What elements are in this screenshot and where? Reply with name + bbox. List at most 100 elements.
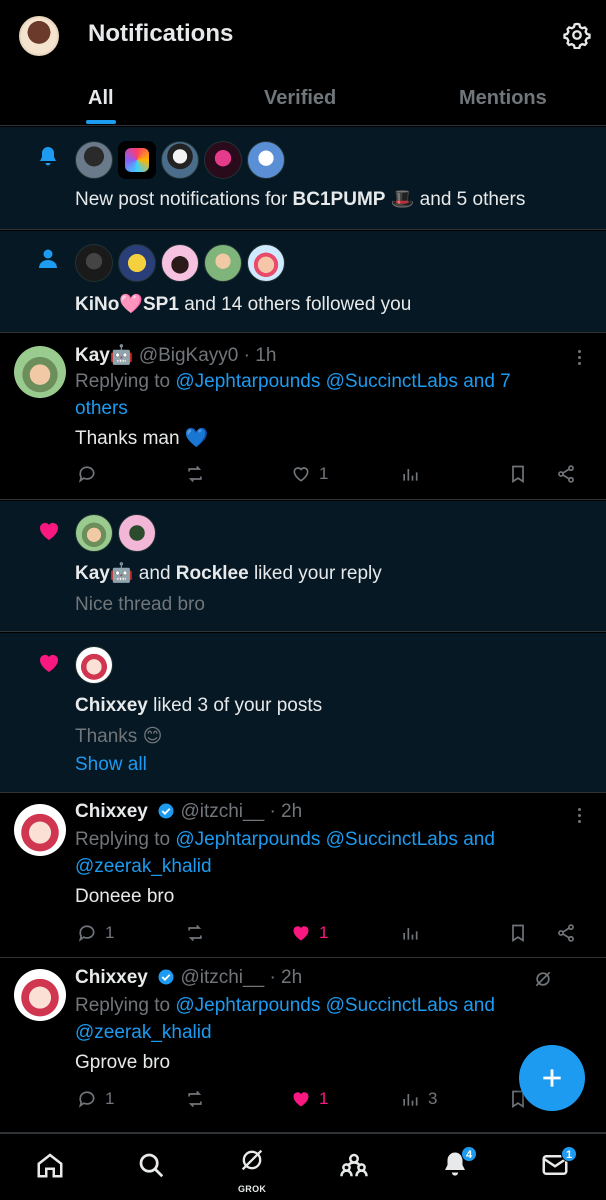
like-button[interactable]: 1 — [291, 923, 328, 943]
avatar-group — [75, 244, 285, 282]
tab-verified[interactable]: Verified — [264, 87, 336, 110]
views-icon — [403, 469, 418, 481]
like-button[interactable]: 1 — [291, 464, 328, 484]
bookmark-icon — [512, 465, 524, 484]
bookmark-button[interactable] — [508, 923, 528, 943]
avatar[interactable] — [75, 646, 113, 684]
more-options-icon[interactable] — [578, 808, 584, 826]
mention-link[interactable]: @zeerak_khalid — [75, 1020, 212, 1046]
reply-button[interactable]: 1 — [77, 923, 114, 943]
avatar[interactable] — [14, 346, 66, 398]
reply-icon — [78, 466, 95, 483]
person-icon — [39, 249, 57, 268]
replying-to: Replying to @Jephtarpounds @SuccinctLabs… — [75, 371, 511, 392]
share-button[interactable] — [556, 464, 576, 484]
like-button[interactable]: 1 — [291, 1089, 328, 1109]
avatar[interactable] — [161, 141, 199, 179]
grok-icon[interactable] — [533, 969, 553, 989]
post-body: Gprove bro — [75, 1052, 171, 1073]
more-options-icon[interactable] — [578, 350, 584, 368]
avatar[interactable] — [204, 244, 242, 282]
avatar[interactable] — [118, 141, 156, 179]
profile-avatar[interactable] — [19, 16, 59, 56]
avatar[interactable] — [161, 244, 199, 282]
notification-snippet: Thanks 😊 — [75, 726, 163, 747]
notification-likes[interactable]: Kay🤖 and Rocklee liked your reply Nice t… — [0, 501, 606, 632]
avatar[interactable] — [14, 969, 66, 1021]
notification-follows[interactable]: KiNo🩷SP1 and 14 others followed you — [0, 231, 606, 333]
grok-label: GROK — [238, 1184, 267, 1194]
verified-badge-icon — [158, 969, 174, 985]
notification-text: Kay🤖 and Rocklee liked your reply — [75, 563, 382, 584]
grok-icon[interactable] — [238, 1146, 266, 1174]
post-header: Kay🤖 @BigKayy0 · 1h — [75, 345, 277, 366]
gear-icon[interactable] — [563, 21, 591, 49]
compose-button[interactable] — [519, 1045, 585, 1111]
bottom-navigation: 4 1 — [0, 1133, 606, 1200]
communities-icon[interactable] — [339, 1150, 369, 1180]
avatar[interactable] — [118, 514, 156, 552]
views-button[interactable] — [400, 923, 420, 943]
notification-new-posts[interactable]: New post notifications for BC1PUMP 🎩 and… — [0, 127, 606, 230]
plus-icon — [543, 1069, 561, 1087]
avatar[interactable] — [247, 244, 285, 282]
avatar[interactable] — [75, 514, 113, 552]
avatar-group — [75, 514, 156, 552]
mention-link[interactable]: @Jephtarpounds @SuccinctLabs and — [175, 829, 495, 850]
top-app-bar: Notifications — [0, 0, 606, 70]
bookmark-button[interactable] — [508, 464, 528, 484]
repost-icon — [188, 924, 202, 942]
search-icon[interactable] — [136, 1150, 166, 1180]
like-count: 1 — [319, 464, 329, 483]
mention-link[interactable]: @Jephtarpounds @SuccinctLabs and 7 — [175, 371, 510, 392]
avatar[interactable] — [75, 141, 113, 179]
view-count: 3 — [428, 1089, 438, 1108]
active-tab-indicator — [86, 120, 116, 124]
reply-post[interactable]: Chixxey @itzchi__ · 2h Replying to @Jeph… — [0, 959, 606, 1133]
avatar[interactable] — [75, 244, 113, 282]
avatar[interactable] — [118, 244, 156, 282]
avatar[interactable] — [204, 141, 242, 179]
reply-button[interactable]: 1 — [77, 1089, 114, 1109]
avatar[interactable] — [247, 141, 285, 179]
reply-icon — [78, 925, 95, 942]
views-button[interactable] — [400, 464, 420, 484]
mention-link[interactable]: @Jephtarpounds @SuccinctLabs and — [175, 995, 495, 1016]
heart-icon — [40, 655, 58, 672]
repost-button[interactable] — [185, 464, 205, 484]
post-actions: 1 1 3 — [75, 1089, 585, 1113]
notification-text: New post notifications for BC1PUMP 🎩 and… — [75, 189, 526, 210]
like-count: 1 — [319, 1089, 329, 1108]
notification-text: Chixxey liked 3 of your posts — [75, 695, 323, 716]
notification-snippet: Nice thread bro — [75, 594, 205, 615]
views-icon — [403, 1094, 418, 1106]
reply-post[interactable]: Kay🤖 @BigKayy0 · 1h Replying to @Jephtar… — [0, 334, 606, 500]
tab-all[interactable]: All — [88, 87, 114, 110]
reply-button[interactable] — [77, 464, 97, 484]
notification-likes-multi[interactable]: Chixxey liked 3 of your posts Thanks 😊 S… — [0, 633, 606, 793]
heart-icon — [40, 523, 58, 540]
mention-link[interactable]: @zeerak_khalid — [75, 854, 212, 880]
home-icon[interactable] — [35, 1150, 65, 1180]
show-all-link[interactable]: Show all — [75, 752, 147, 778]
tab-mentions[interactable]: Mentions — [459, 87, 547, 110]
repost-button[interactable] — [185, 1089, 205, 1109]
bookmark-icon — [512, 924, 524, 943]
reply-icon — [78, 1091, 95, 1108]
verified-badge-icon — [158, 803, 174, 819]
avatar[interactable] — [14, 804, 66, 856]
views-button[interactable]: 3 — [400, 1089, 437, 1109]
mention-link[interactable]: others — [75, 396, 128, 422]
reply-post[interactable]: Chixxey @itzchi__ · 2h Replying to @Jeph… — [0, 794, 606, 958]
like-count: 1 — [319, 923, 329, 942]
reply-count: 1 — [105, 1089, 115, 1108]
repost-icon — [188, 465, 202, 483]
share-button[interactable] — [556, 923, 576, 943]
repost-icon — [188, 1090, 202, 1108]
notifications-badge: 4 — [461, 1146, 477, 1162]
repost-button[interactable] — [185, 923, 205, 943]
avatar-group — [75, 646, 113, 684]
replying-to: Replying to @Jephtarpounds @SuccinctLabs… — [75, 995, 495, 1016]
post-body: Doneee bro — [75, 886, 175, 907]
post-body: Thanks man 💙 — [75, 428, 209, 449]
